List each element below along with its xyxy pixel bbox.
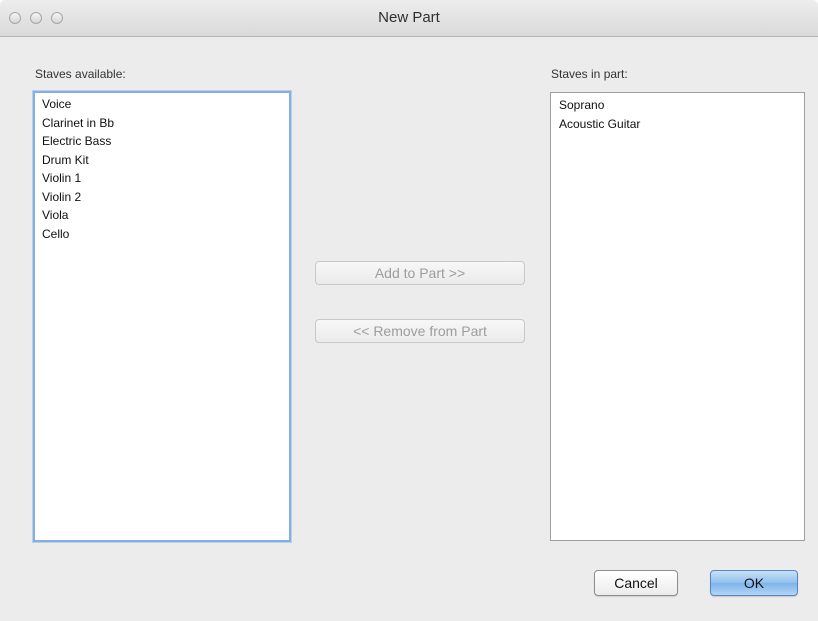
- list-item[interactable]: Cello: [42, 225, 282, 244]
- ok-button[interactable]: OK: [710, 570, 798, 596]
- window-title: New Part: [378, 9, 440, 26]
- title-bar[interactable]: New Part: [0, 0, 818, 37]
- list-item[interactable]: Violin 1: [42, 169, 282, 188]
- new-part-dialog: New Part Staves available: Voice Clarine…: [0, 0, 818, 621]
- list-item[interactable]: Soprano: [559, 96, 796, 115]
- list-item[interactable]: Voice: [42, 95, 282, 114]
- list-item[interactable]: Viola: [42, 206, 282, 225]
- remove-from-part-button[interactable]: << Remove from Part: [315, 319, 525, 343]
- add-to-part-button[interactable]: Add to Part >>: [315, 261, 525, 285]
- list-item[interactable]: Acoustic Guitar: [559, 115, 796, 134]
- list-item[interactable]: Electric Bass: [42, 132, 282, 151]
- list-item[interactable]: Clarinet in Bb: [42, 114, 282, 133]
- staves-available-label: Staves available:: [35, 67, 126, 81]
- cancel-button[interactable]: Cancel: [594, 570, 678, 596]
- staves-available-list[interactable]: Voice Clarinet in Bb Electric Bass Drum …: [33, 91, 291, 542]
- staves-in-part-label: Staves in part:: [551, 67, 628, 81]
- list-item[interactable]: Drum Kit: [42, 151, 282, 170]
- list-item[interactable]: Violin 2: [42, 188, 282, 207]
- staves-in-part-list[interactable]: Soprano Acoustic Guitar: [550, 92, 805, 541]
